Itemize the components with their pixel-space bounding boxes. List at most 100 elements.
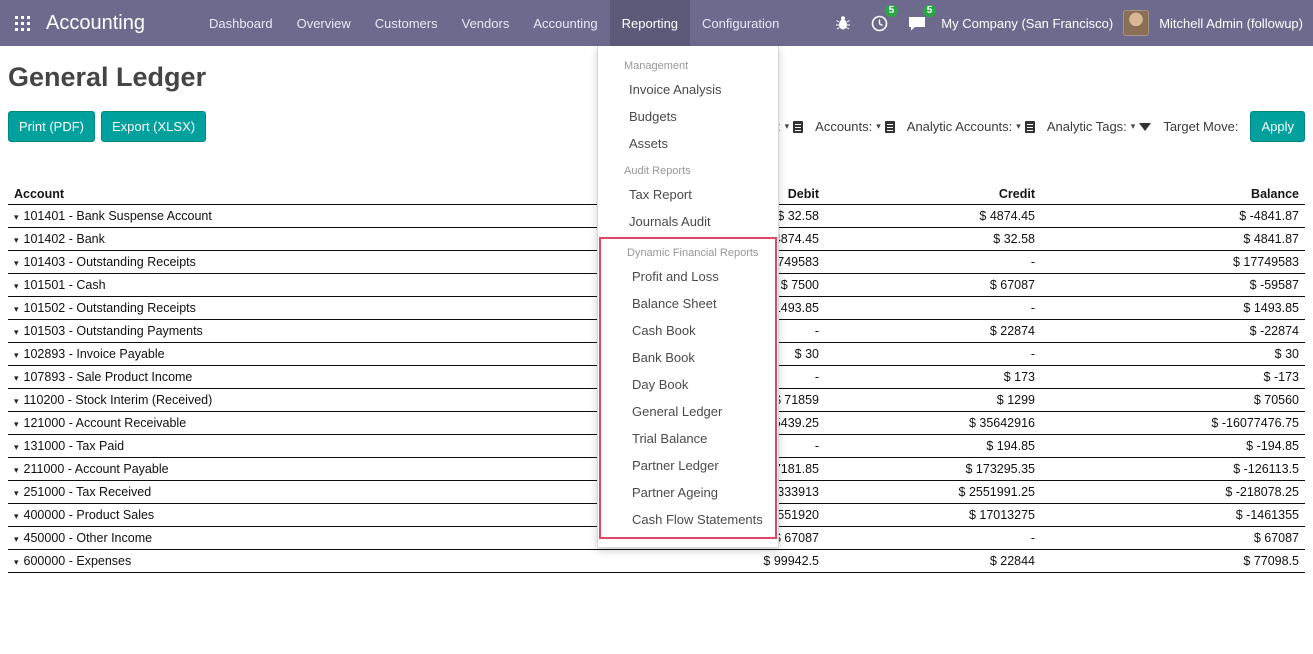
expand-caret-icon[interactable]: ▾ [14, 281, 19, 291]
expand-caret-icon[interactable]: ▾ [14, 396, 19, 406]
book-icon [885, 121, 895, 133]
balance-cell: $ -16077476.75 [1041, 412, 1305, 435]
expand-caret-icon[interactable]: ▾ [14, 557, 19, 567]
expand-caret-icon[interactable]: ▾ [14, 534, 19, 544]
balance-cell: $ 17749583 [1041, 251, 1305, 274]
navbar-menu: DashboardOverviewCustomersVendorsAccount… [197, 0, 791, 46]
expand-caret-icon[interactable]: ▾ [14, 304, 19, 314]
nav-item-customers[interactable]: Customers [363, 0, 450, 46]
company-switcher[interactable]: My Company (San Francisco) [941, 16, 1113, 31]
balance-cell: $ -22874 [1041, 320, 1305, 343]
menu-section-audit-reports: Audit ReportsTax ReportJournals Audit [598, 157, 778, 235]
menu-section-title: Audit Reports [598, 157, 778, 181]
filter-analytic-accounts[interactable]: Analytic Accounts:▾ [907, 119, 1035, 134]
balance-cell: $ -194.85 [1041, 435, 1305, 458]
account-cell: ▾251000 - Tax Received [8, 481, 599, 504]
filter-accounts[interactable]: Accounts:▾ [815, 119, 895, 134]
credit-cell: $ 17013275 [825, 504, 1041, 527]
account-cell: ▾101501 - Cash [8, 274, 599, 297]
menu-item-profit-and-loss[interactable]: Profit and Loss [601, 263, 775, 290]
account-cell: ▾131000 - Tax Paid [8, 435, 599, 458]
chat-icon [908, 15, 926, 31]
print-pdf-button[interactable]: Print (PDF) [8, 111, 95, 142]
avatar [1123, 10, 1149, 36]
balance-cell: $ -4841.87 [1041, 205, 1305, 228]
user-menu[interactable]: Mitchell Admin (followup) [1159, 16, 1303, 31]
filter-analytic-tags[interactable]: Analytic Tags:▾ [1047, 119, 1152, 134]
expand-caret-icon[interactable]: ▾ [14, 258, 19, 268]
expand-caret-icon[interactable]: ▾ [14, 350, 19, 360]
menu-item-tax-report[interactable]: Tax Report [598, 181, 778, 208]
column-header-balance: Balance [1041, 184, 1305, 205]
menu-item-general-ledger[interactable]: General Ledger [601, 398, 775, 425]
chevron-down-icon: ▾ [785, 121, 790, 132]
expand-caret-icon[interactable]: ▾ [14, 235, 19, 245]
column-header-account: Account [8, 184, 599, 205]
account-cell: ▾107893 - Sale Product Income [8, 366, 599, 389]
menu-section-management: ManagementInvoice AnalysisBudgetsAssets [598, 52, 778, 157]
balance-cell: $ -59587 [1041, 274, 1305, 297]
chevron-down-icon: ▾ [876, 121, 881, 132]
expand-caret-icon[interactable]: ▾ [14, 511, 19, 521]
account-cell: ▾101401 - Bank Suspense Account [8, 205, 599, 228]
nav-item-accounting[interactable]: Accounting [521, 0, 609, 46]
app-brand[interactable]: Accounting [44, 12, 159, 35]
account-cell: ▾211000 - Account Payable [8, 458, 599, 481]
credit-cell: $ 22874 [825, 320, 1041, 343]
filter-label: Target Move: [1163, 119, 1238, 134]
menu-item-journals-audit[interactable]: Journals Audit [598, 208, 778, 235]
credit-cell: - [825, 343, 1041, 366]
apply-button[interactable]: Apply [1250, 111, 1305, 142]
export-xlsx-button[interactable]: Export (XLSX) [101, 111, 206, 142]
credit-cell: $ 67087 [825, 274, 1041, 297]
menu-item-invoice-analysis[interactable]: Invoice Analysis [598, 76, 778, 103]
menu-item-partner-ageing[interactable]: Partner Ageing [601, 479, 775, 506]
menu-item-cash-flow-statements[interactable]: Cash Flow Statements [601, 506, 775, 533]
account-cell: ▾121000 - Account Receivable [8, 412, 599, 435]
balance-cell: $ 30 [1041, 343, 1305, 366]
expand-caret-icon[interactable]: ▾ [14, 465, 19, 475]
activities-button[interactable]: 5 [866, 13, 893, 34]
expand-caret-icon[interactable]: ▾ [14, 212, 19, 222]
menu-item-day-book[interactable]: Day Book [601, 371, 775, 398]
menu-item-cash-book[interactable]: Cash Book [601, 317, 775, 344]
expand-caret-icon[interactable]: ▾ [14, 419, 19, 429]
credit-cell: $ 35642916 [825, 412, 1041, 435]
account-cell: ▾600000 - Expenses [8, 550, 599, 573]
menu-item-budgets[interactable]: Budgets [598, 103, 778, 130]
nav-item-reporting[interactable]: Reporting [610, 0, 690, 46]
activity-badge: 5 [885, 5, 899, 17]
nav-item-dashboard[interactable]: Dashboard [197, 0, 285, 46]
book-icon [793, 121, 803, 133]
credit-cell: $ 173295.35 [825, 458, 1041, 481]
expand-caret-icon[interactable]: ▾ [14, 327, 19, 337]
expand-caret-icon[interactable]: ▾ [14, 442, 19, 452]
messages-button[interactable]: 5 [903, 13, 931, 33]
grid-icon [15, 16, 30, 31]
balance-cell: $ 77098.5 [1041, 550, 1305, 573]
credit-cell: $ 4874.45 [825, 205, 1041, 228]
menu-section-dynamic-financial-reports: Dynamic Financial ReportsProfit and Loss… [599, 237, 777, 539]
menu-item-balance-sheet[interactable]: Balance Sheet [601, 290, 775, 317]
menu-section-title: Dynamic Financial Reports [601, 239, 775, 263]
balance-cell: $ -218078.25 [1041, 481, 1305, 504]
nav-item-vendors[interactable]: Vendors [450, 0, 522, 46]
expand-caret-icon[interactable]: ▾ [14, 373, 19, 383]
balance-cell: $ 4841.87 [1041, 228, 1305, 251]
book-icon [1025, 121, 1035, 133]
menu-item-assets[interactable]: Assets [598, 130, 778, 157]
menu-item-trial-balance[interactable]: Trial Balance [601, 425, 775, 452]
credit-cell: $ 1299 [825, 389, 1041, 412]
menu-item-bank-book[interactable]: Bank Book [601, 344, 775, 371]
nav-item-configuration[interactable]: Configuration [690, 0, 791, 46]
nav-item-overview[interactable]: Overview [285, 0, 363, 46]
debug-button[interactable] [830, 13, 856, 33]
apps-menu-button[interactable] [0, 0, 44, 46]
reporting-dropdown: ManagementInvoice AnalysisBudgetsAssetsA… [597, 46, 779, 548]
account-cell: ▾102893 - Invoice Payable [8, 343, 599, 366]
filters-bar: Journals:▾Accounts:▾Analytic Accounts:▾A… [728, 119, 1239, 134]
menu-item-partner-ledger[interactable]: Partner Ledger [601, 452, 775, 479]
expand-caret-icon[interactable]: ▾ [14, 488, 19, 498]
funnel-icon [1139, 123, 1151, 131]
filter-target-move[interactable]: Target Move: [1163, 119, 1238, 134]
